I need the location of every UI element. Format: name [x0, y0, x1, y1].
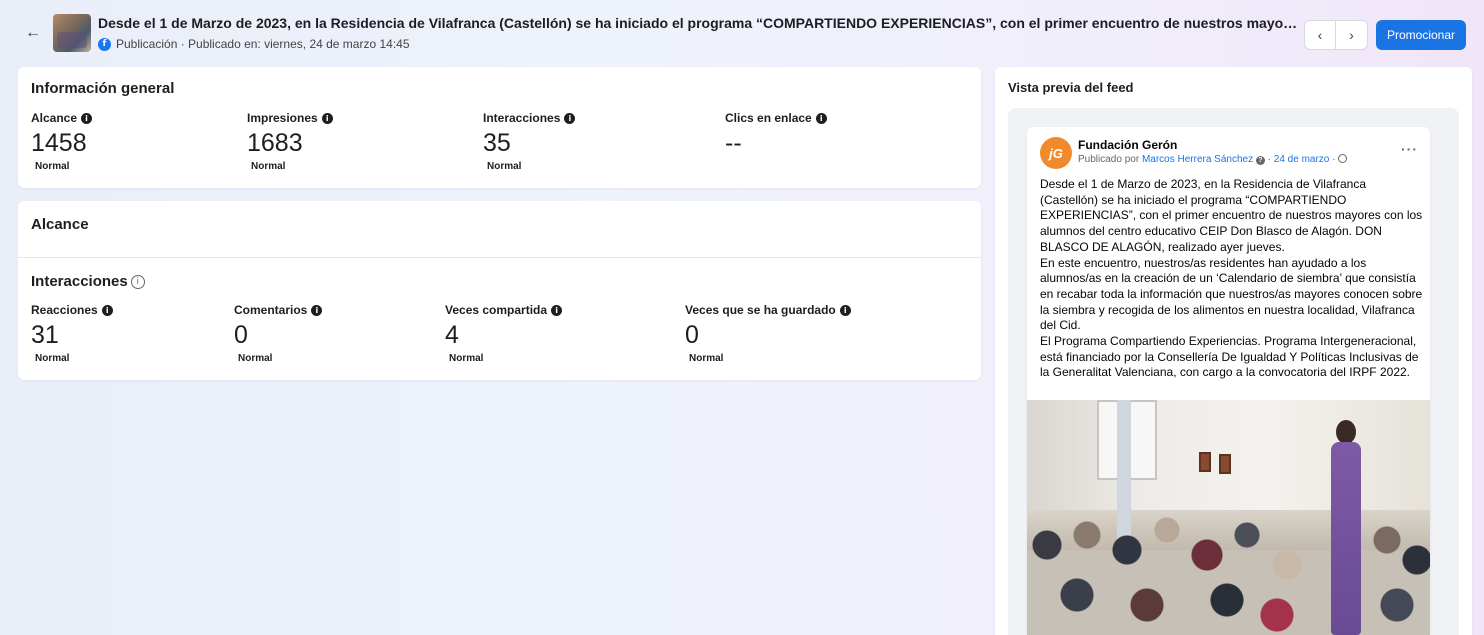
metric-comentarios: Comentarios i 0 Normal — [234, 303, 323, 364]
post-thumbnail — [53, 14, 91, 52]
metric-guardado: Veces que se ha guardado i 0 Normal — [685, 303, 851, 364]
posted-by-line: Publicado por Marcos Herrera Sánchez ? ·… — [1078, 154, 1348, 165]
metric-status: Normal — [449, 353, 484, 364]
metric-value: 1458 — [31, 129, 87, 157]
metric-value: 0 — [685, 321, 699, 349]
help-icon: ? — [1255, 156, 1265, 165]
metric-status: Normal — [35, 161, 70, 172]
photo-frame — [1219, 454, 1231, 474]
previous-post-button[interactable]: ‹ — [1304, 20, 1336, 50]
post-paragraph: El Programa Compartiendo Experiencias. P… — [1040, 334, 1419, 380]
promote-button[interactable]: Promocionar — [1376, 20, 1466, 50]
photo-crowd — [1027, 495, 1430, 635]
metric-label: Alcance — [31, 111, 78, 125]
metric-alcance: Alcance i 1458 Normal — [31, 111, 93, 172]
metric-value: -- — [725, 129, 742, 157]
general-info-title: Información general — [31, 80, 175, 97]
metric-label: Reacciones — [31, 303, 98, 317]
metric-label: Impresiones — [247, 111, 318, 125]
metric-status: Normal — [487, 161, 522, 172]
interactions-title: Interacciones — [31, 273, 128, 290]
metric-value: 4 — [445, 321, 459, 349]
feed-preview-title: Vista previa del feed — [1008, 80, 1134, 95]
post-title: Desde el 1 de Marzo de 2023, en la Resid… — [98, 15, 1298, 31]
globe-icon — [1338, 154, 1348, 163]
next-post-button[interactable]: › — [1336, 20, 1368, 50]
metric-status: Normal — [251, 161, 286, 172]
info-icon[interactable]: i — [815, 112, 827, 124]
reach-interactions-card: Alcance Interacciones i Reacciones i 31 … — [18, 201, 981, 380]
chevron-left-icon: ‹ — [1317, 27, 1323, 43]
interactions-header: Interacciones i — [31, 273, 145, 290]
post-body: Desde el 1 de Marzo de 2023, en la Resid… — [1040, 177, 1424, 381]
metric-label: Veces que se ha guardado — [685, 303, 836, 317]
post-meta: f Publicación · Publicado en: viernes, 2… — [98, 37, 410, 51]
back-button[interactable]: ← — [22, 22, 44, 44]
photo-standing-person — [1327, 420, 1365, 635]
metric-clics-enlace: Clics en enlace i -- — [725, 111, 827, 161]
info-icon[interactable]: i — [321, 112, 333, 124]
metric-value: 1683 — [247, 129, 303, 157]
metric-value: 35 — [483, 129, 511, 157]
metric-status: Normal — [689, 353, 724, 364]
facebook-icon: f — [98, 37, 111, 51]
metric-label: Comentarios — [234, 303, 308, 317]
posted-by-prefix: Publicado por — [1078, 154, 1142, 165]
page-avatar[interactable]: jG — [1040, 137, 1072, 169]
info-icon[interactable]: i — [101, 304, 113, 316]
author-link[interactable]: Marcos Herrera Sánchez — [1142, 154, 1253, 165]
post-date-link[interactable]: 24 de marzo — [1274, 154, 1330, 165]
metric-label: Veces compartida — [445, 303, 548, 317]
info-icon[interactable]: i — [81, 112, 93, 124]
metric-label: Clics en enlace — [725, 111, 812, 125]
chevron-right-icon: › — [1349, 27, 1354, 43]
page-name[interactable]: Fundación Gerón — [1078, 138, 1177, 152]
info-icon[interactable]: i — [564, 112, 576, 124]
feed-preview-card: Vista previa del feed jG Fundación Gerón… — [995, 67, 1472, 635]
post-meta-text: Publicación · Publicado en: viernes, 24 … — [116, 37, 410, 51]
info-outline-icon[interactable]: i — [130, 274, 145, 289]
section-divider — [18, 257, 981, 258]
post-paragraph: En este encuentro, nuestros/as residente… — [1040, 255, 1423, 333]
post-photo[interactable] — [1027, 400, 1430, 635]
metric-impresiones: Impresiones i 1683 Normal — [247, 111, 333, 172]
info-icon[interactable]: i — [551, 304, 563, 316]
metric-status: Normal — [238, 353, 273, 364]
info-icon[interactable]: i — [311, 304, 323, 316]
metric-reacciones: Reacciones i 31 Normal — [31, 303, 113, 364]
reach-title: Alcance — [31, 216, 89, 233]
post-header: ← Desde el 1 de Marzo de 2023, en la Res… — [0, 0, 1484, 66]
general-info-card: Información general Alcance i 1458 Norma… — [18, 67, 981, 188]
metric-value: 0 — [234, 321, 248, 349]
more-options-icon[interactable]: ··· — [1401, 141, 1418, 157]
metric-label: Interacciones — [483, 111, 561, 125]
metric-compartida: Veces compartida i 4 Normal — [445, 303, 563, 364]
metric-interacciones: Interacciones i 35 Normal — [483, 111, 576, 172]
metric-status: Normal — [35, 353, 70, 364]
arrow-left-icon: ← — [25, 24, 41, 41]
photo-frame — [1199, 452, 1211, 472]
post-paragraph: Desde el 1 de Marzo de 2023, en la Resid… — [1040, 177, 1423, 254]
metric-value: 31 — [31, 321, 59, 349]
facebook-post-preview: jG Fundación Gerón Publicado por Marcos … — [1027, 127, 1430, 635]
info-icon[interactable]: i — [839, 304, 851, 316]
